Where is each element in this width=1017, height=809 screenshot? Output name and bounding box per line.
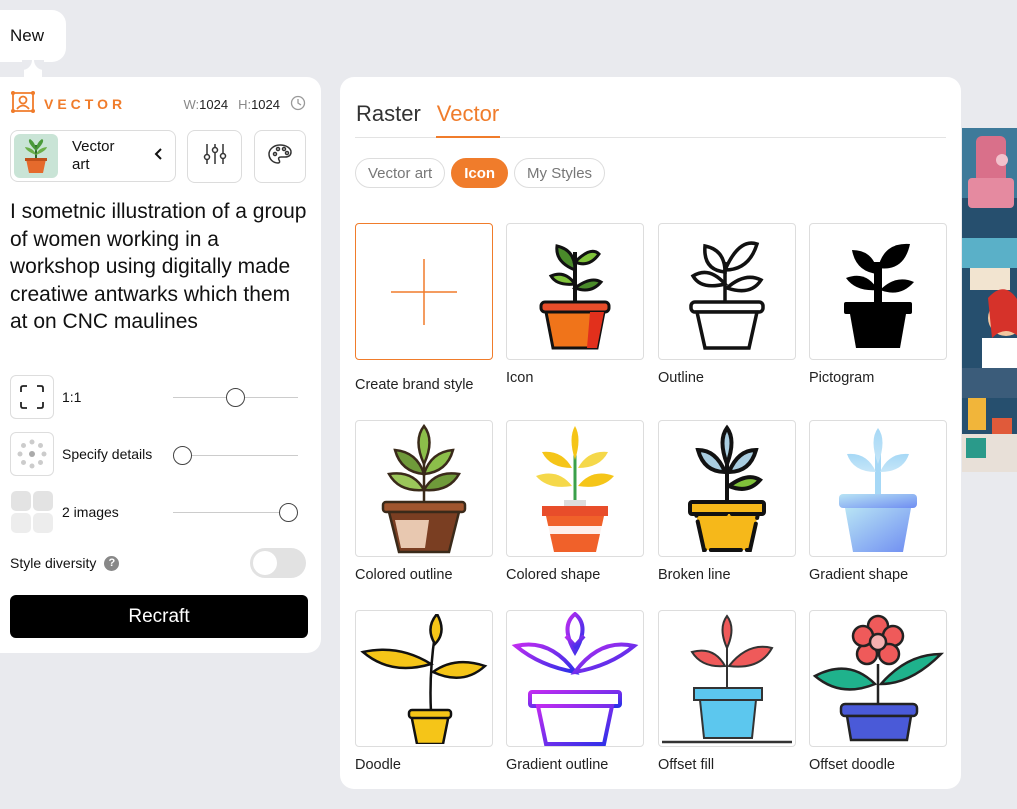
- style-card-offset-doodle[interactable]: Offset doodle: [809, 610, 947, 773]
- style-label: Colored outline: [355, 567, 453, 583]
- style-card-gradient-shape[interactable]: Gradient shape: [809, 420, 947, 583]
- style-card-colored-outline[interactable]: Colored outline: [355, 420, 493, 583]
- style-label: Doodle: [355, 757, 401, 773]
- plus-icon: [355, 223, 493, 360]
- style-selector[interactable]: Vector art: [10, 130, 176, 182]
- new-bubble-tail: [22, 60, 44, 78]
- style-label: Create brand style: [355, 377, 474, 393]
- style-label: Gradient outline: [506, 757, 609, 773]
- style-label: Icon: [506, 370, 534, 386]
- style-diversity-label: Style diversity: [10, 555, 97, 571]
- style-card-gradient-outline[interactable]: Gradient outline: [506, 610, 644, 773]
- details-dots-icon[interactable]: [10, 432, 54, 476]
- style-card-offset-fill[interactable]: Offset fill: [658, 610, 796, 773]
- style-type-tabs: Raster Vector: [355, 99, 946, 138]
- brand-text: VECTOR: [44, 96, 127, 112]
- plant-icon: [506, 223, 644, 360]
- width-value: 1024: [199, 96, 229, 112]
- palette-icon: [267, 142, 293, 171]
- style-label: Offset fill: [658, 757, 715, 773]
- history-icon[interactable]: [290, 95, 306, 114]
- style-thumbnail: [14, 134, 58, 178]
- new-button[interactable]: New: [0, 10, 66, 62]
- details-row: Specify details: [10, 432, 310, 476]
- style-label: Outline: [658, 370, 704, 386]
- style-picker-panel: Raster Vector Vector art Icon My Styles …: [340, 77, 961, 789]
- style-card-create-brand[interactable]: Create brand style: [355, 223, 493, 393]
- style-diversity-toggle[interactable]: [250, 548, 306, 578]
- height-value: 1024: [251, 96, 280, 112]
- style-label: Pictogram: [809, 370, 875, 386]
- dimensions[interactable]: W:1024 H:1024: [184, 95, 307, 114]
- recraft-button[interactable]: Recraft: [10, 595, 308, 638]
- panel-notch: [321, 133, 341, 175]
- style-card-broken-line[interactable]: Broken line: [658, 420, 796, 583]
- details-slider-knob[interactable]: [173, 446, 192, 465]
- plant-outline-icon: [658, 223, 796, 360]
- style-label: Colored shape: [506, 567, 601, 583]
- style-label: Broken line: [658, 567, 731, 583]
- chip-my-styles[interactable]: My Styles: [514, 158, 606, 188]
- aspect-ratio-label: 1:1: [62, 389, 82, 405]
- help-icon[interactable]: ?: [104, 555, 120, 571]
- chevron-left-icon[interactable]: [153, 147, 165, 166]
- images-slider-knob[interactable]: [279, 503, 298, 522]
- sliders-icon: [202, 141, 228, 172]
- category-chips: Vector art Icon My Styles: [355, 158, 606, 188]
- width-key: W:: [183, 96, 200, 112]
- brand: VECTOR: [10, 90, 126, 119]
- style-card-doodle[interactable]: Doodle: [355, 610, 493, 773]
- tab-raster[interactable]: Raster: [355, 99, 422, 138]
- aspect-slider-knob[interactable]: [226, 388, 245, 407]
- vector-logo-icon: [10, 90, 36, 119]
- details-label: Specify details: [62, 446, 153, 462]
- style-card-colored-shape[interactable]: Colored shape: [506, 420, 644, 583]
- height-key: H:: [238, 96, 252, 112]
- plant-gradient-shape-icon: [809, 420, 947, 557]
- new-button-label: New: [10, 26, 45, 45]
- style-diversity-row: Style diversity ?: [10, 547, 306, 579]
- plant-pictogram-icon: [809, 223, 947, 360]
- style-card-outline[interactable]: Outline: [658, 223, 796, 386]
- flower-offset-doodle-icon: [809, 610, 947, 747]
- plant-broken-line-icon: [658, 420, 796, 557]
- toggle-knob: [253, 551, 277, 575]
- style-card-icon[interactable]: Icon: [506, 223, 644, 386]
- chip-icon[interactable]: Icon: [451, 158, 509, 188]
- chip-vector-art[interactable]: Vector art: [355, 158, 446, 188]
- palette-button[interactable]: [254, 130, 306, 183]
- style-label: Offset doodle: [809, 757, 895, 773]
- image-count-icon[interactable]: [10, 490, 54, 534]
- aspect-ratio-icon[interactable]: [10, 375, 54, 419]
- panel-header: VECTOR W:1024 H:1024: [10, 90, 307, 115]
- prompt-text[interactable]: I sometnic illustration of a group of wo…: [10, 198, 310, 336]
- images-label: 2 images: [62, 504, 119, 520]
- plant-doodle-icon: [355, 610, 493, 747]
- generated-image-preview[interactable]: [962, 128, 1017, 472]
- style-card-pictogram[interactable]: Pictogram: [809, 223, 947, 386]
- adjustments-button[interactable]: [187, 130, 242, 183]
- tab-vector[interactable]: Vector: [435, 99, 501, 138]
- style-name: Vector art: [72, 138, 115, 173]
- style-label: Gradient shape: [809, 567, 909, 583]
- plant-colored-outline-icon: [355, 420, 493, 557]
- plant-colored-shape-icon: [506, 420, 644, 557]
- plant-gradient-outline-icon: [506, 610, 644, 747]
- plant-offset-fill-icon: [658, 610, 796, 747]
- settings-panel: VECTOR W:1024 H:1024 Vector art I sometn…: [0, 77, 321, 653]
